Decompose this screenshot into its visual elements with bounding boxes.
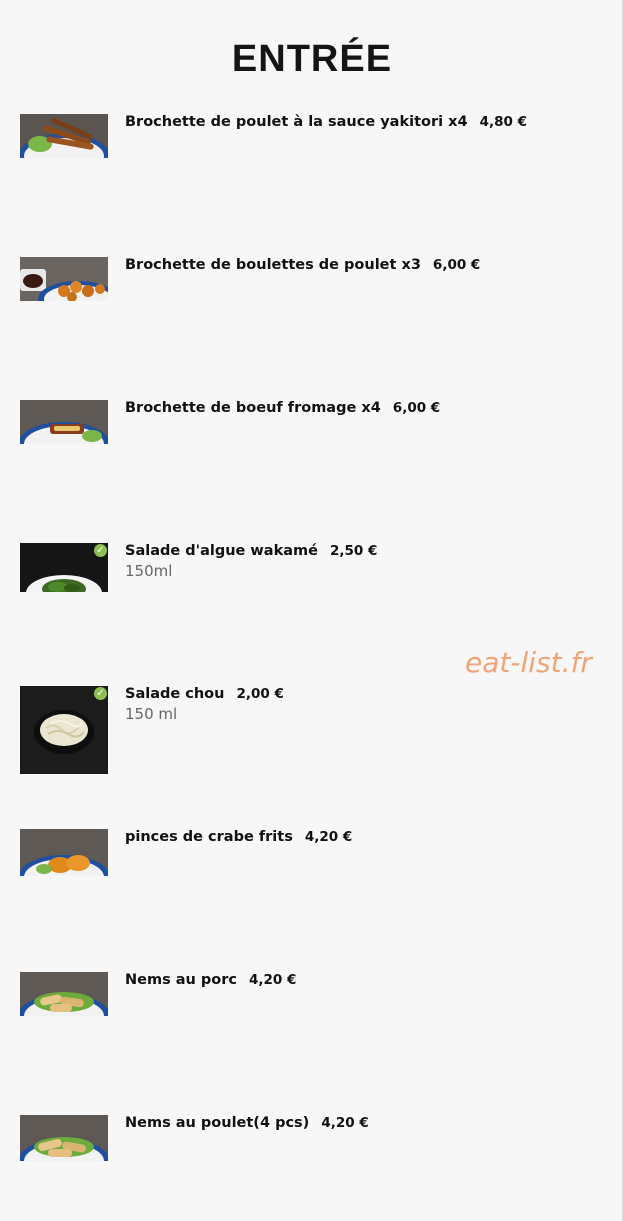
meatball-plate-icon[interactable] [20,257,108,301]
menu-item-price: 2,00 € [236,686,284,702]
spring-rolls-icon[interactable] [20,972,108,1016]
menu-item-name: Salade chou [125,686,225,702]
menu-item-description: 150 ml [125,705,178,723]
menu-item-price: 6,00 € [432,257,481,273]
menu-item-info: Brochette de poulet à la sauce yakitori … [125,114,527,130]
menu-item-name: Brochette de boeuf fromage x4 [125,400,381,416]
menu-item-info: Salade d'algue wakamé 2,50 € 150ml [125,543,377,580]
spring-rolls-icon[interactable] [20,1115,108,1161]
beef-skewer-plate-icon[interactable] [20,400,108,444]
menu-item-price: 4,20 € [249,972,297,988]
menu-item-price: 6,00 € [392,400,441,416]
menu-item-info: Brochette de boulettes de poulet x3 6,00 … [125,257,480,273]
fried-crab-claws-icon[interactable] [20,829,108,876]
watermark-text: eat-list.fr [465,646,592,679]
skewer-plate-icon[interactable] [20,114,108,158]
menu-item-name: Brochette de poulet à la sauce yakitori … [125,114,468,130]
section-title: ENTRÉE [231,38,393,80]
vegetarian-badge-icon: ✓ [94,544,107,557]
menu-item-info: Nems au porc 4,20 € [125,972,296,988]
menu-item-name: Nems au poulet(4 pcs) [125,1115,310,1131]
menu-item-price: 4,20 € [321,1115,369,1131]
cabbage-salad-icon[interactable] [20,686,108,774]
vegetarian-badge-icon: ✓ [94,687,107,700]
menu-item-name: Salade d'algue wakamé [125,543,318,559]
menu-item-price: 4,20 € [304,829,353,845]
menu-item-name: Brochette de boulettes de poulet x3 [125,257,421,273]
menu-item-price: 2,50 € [329,543,378,559]
menu-item-info: pinces de crabe frits 4,20 € [125,829,352,845]
menu-item-info: Brochette de boeuf fromage x4 6,00 € [125,400,440,416]
menu-item-price: 4,80 € [479,114,527,130]
menu-item-info: Salade chou 2,00 € 150 ml [125,686,284,723]
menu-item-name: Nems au porc [125,972,237,988]
menu-item-info: Nems au poulet(4 pcs) 4,20 € [125,1115,369,1131]
menu-item-name: pinces de crabe frits [125,829,293,845]
menu-item-description: 150ml [125,562,173,580]
